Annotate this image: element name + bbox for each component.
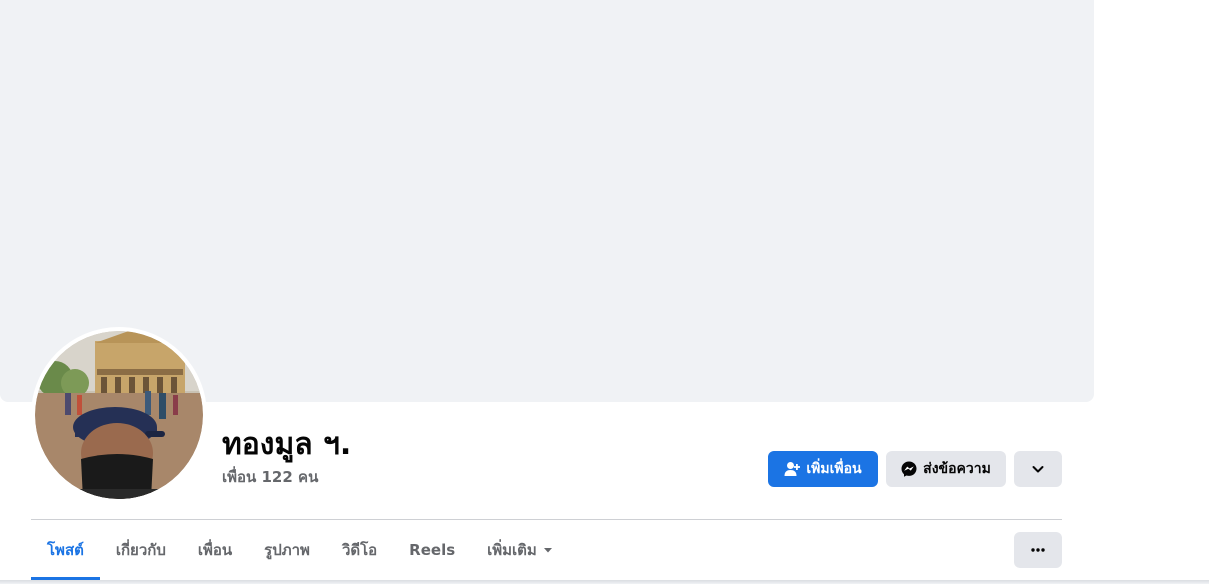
add-friend-button[interactable]: เพิ่มเพื่อน [768,451,878,487]
add-friend-icon [784,462,801,476]
tab-reels[interactable]: Reels [393,520,471,580]
tab-posts[interactable]: โพสต์ [31,520,100,580]
tab-photos[interactable]: รูปภาพ [248,520,326,580]
chevron-down-icon [1032,466,1044,473]
profile-tabs: โพสต์ เกี่ยวกับ เพื่อน รูปภาพ วิดีโอ Ree… [31,520,569,580]
tab-label: เพื่อน [197,541,233,559]
profile-name: ทองมูล ฯ. [222,427,352,462]
tab-about[interactable]: เกี่ยวกับ [100,520,182,580]
tab-label: เกี่ยวกับ [115,541,166,559]
tab-label: โพสต์ [47,541,84,559]
send-message-button[interactable]: ส่งข้อความ [886,451,1006,487]
send-message-label: ส่งข้อความ [923,461,991,477]
tab-label: เพิ่มเติม [487,541,537,559]
profile-more-options-button[interactable] [1014,451,1062,487]
friends-count[interactable]: เพื่อน 122 คน [222,467,318,487]
add-friend-label: เพิ่มเพื่อน [806,461,862,477]
section-shadow [0,580,1209,584]
tab-videos[interactable]: วิดีโอ [326,520,393,580]
tab-friends[interactable]: เพื่อน [182,520,248,580]
tab-label: วิดีโอ [341,541,378,559]
caret-down-icon [543,548,552,553]
ellipsis-icon [1031,548,1045,552]
profile-picture-frame[interactable] [31,327,207,503]
tab-label: รูปภาพ [264,541,310,559]
profile-picture[interactable] [35,331,203,499]
tab-more[interactable]: เพิ่มเติม [471,520,569,580]
messenger-icon [901,461,917,477]
tabs-more-options-button[interactable] [1014,532,1062,568]
tab-label: Reels [409,541,456,559]
